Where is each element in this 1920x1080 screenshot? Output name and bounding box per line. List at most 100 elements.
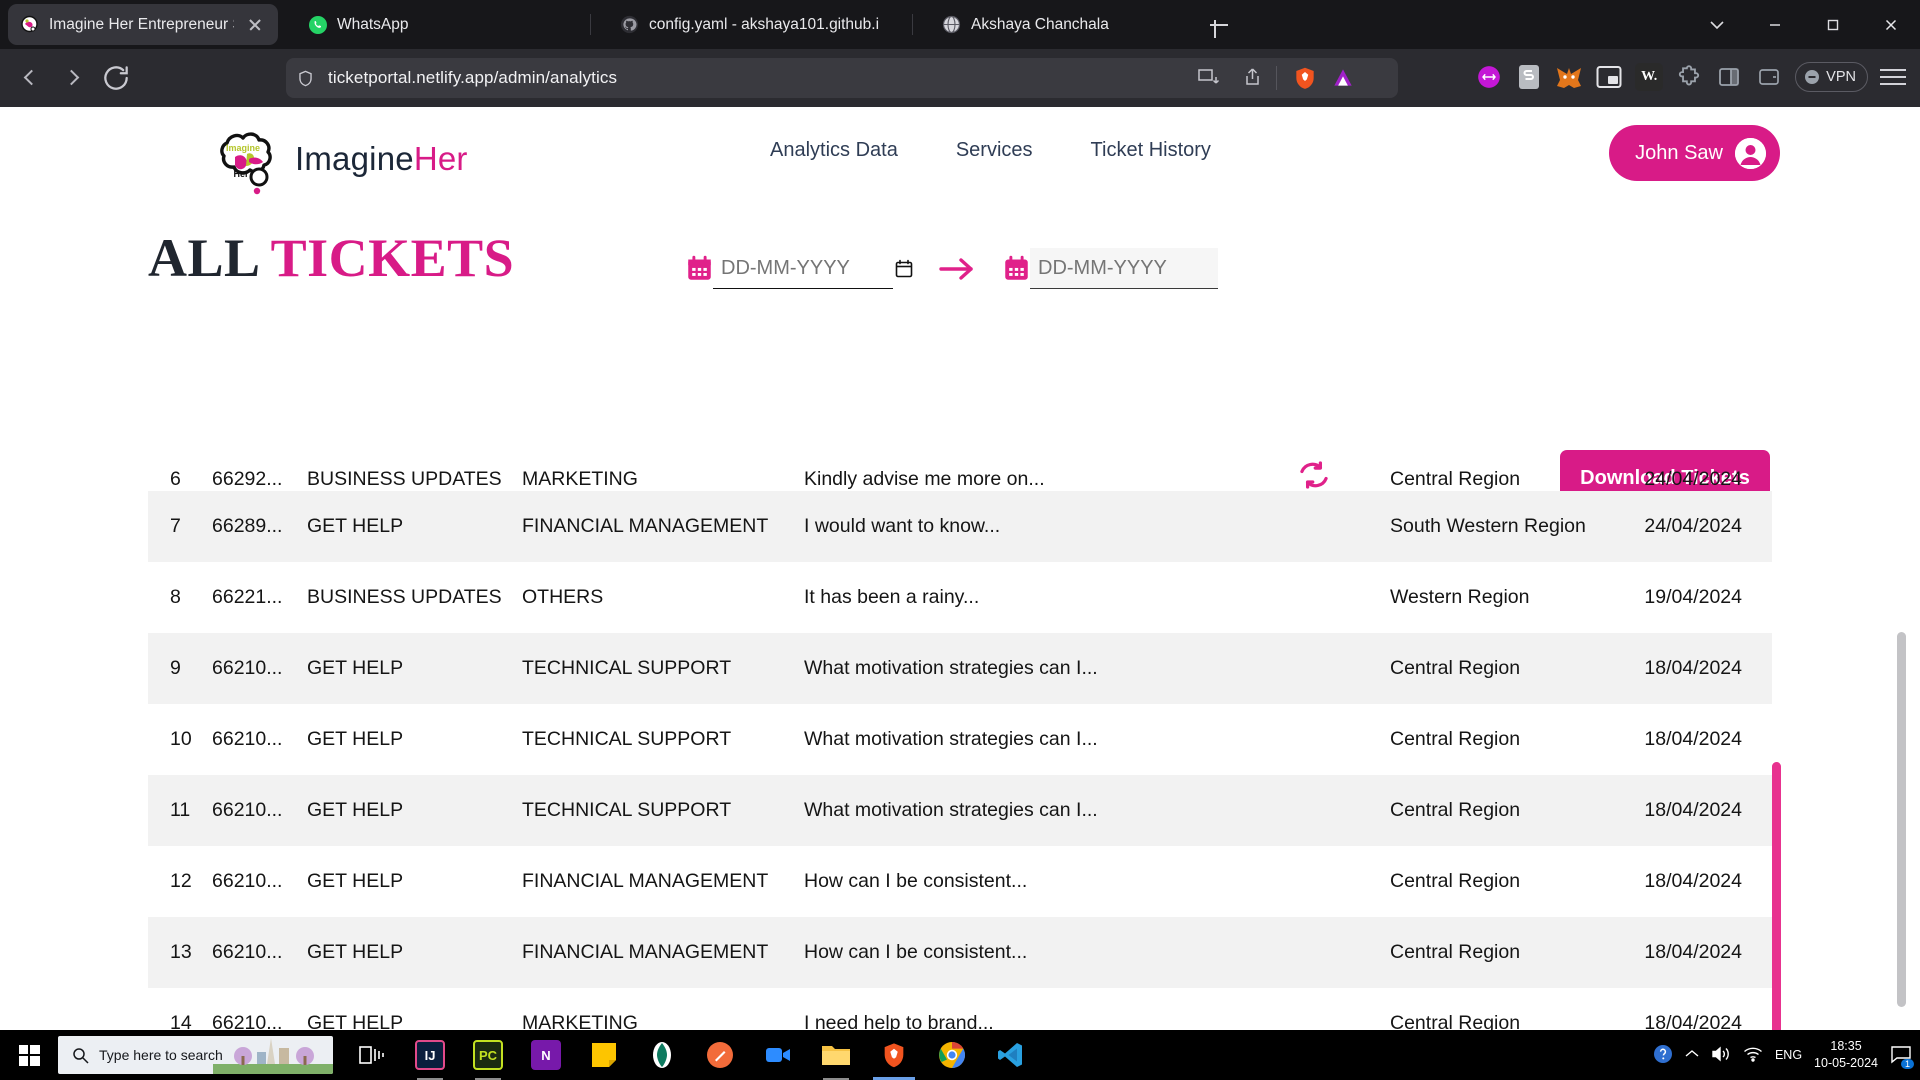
browser-toolbar: ticketportal.netlify.app/admin/analytics xyxy=(0,49,1920,107)
browser-tab-imagineher[interactable]: Imagine Her Entrepreneur Supp xyxy=(8,4,278,45)
taskbar-app-sticky-notes[interactable] xyxy=(575,1030,633,1080)
cell-type: GET HELP xyxy=(307,728,404,750)
task-view-button[interactable] xyxy=(343,1030,401,1080)
hamburger-menu-icon[interactable] xyxy=(1880,67,1906,87)
clock-date: 10-05-2024 xyxy=(1814,1056,1878,1070)
date-range-arrow-icon xyxy=(935,254,981,284)
taskbar-search-input[interactable]: Type here to search xyxy=(58,1036,333,1074)
page-scrollbar[interactable] xyxy=(1895,107,1908,1055)
table-row[interactable]: 13 66210... GET HELP FINANCIAL MANAGEMEN… xyxy=(148,917,1772,988)
picture-in-picture-icon[interactable] xyxy=(1595,63,1623,91)
app-label: PC xyxy=(478,1047,498,1063)
cell-index: 6 xyxy=(170,468,181,490)
brave-shields-icon[interactable] xyxy=(1292,65,1318,91)
nav-item-services[interactable]: Services xyxy=(956,139,1033,162)
tab-title: Akshaya Chanchala xyxy=(971,15,1109,33)
cell-date: 24/04/2024 xyxy=(1644,468,1742,490)
browser-tab-akshaya[interactable]: Akshaya Chanchala xyxy=(930,4,1170,45)
vpn-toggle[interactable]: VPN xyxy=(1795,62,1868,92)
split-view-icon[interactable] xyxy=(1196,65,1222,91)
taskbar-app-pycharm[interactable]: PC xyxy=(459,1030,517,1080)
nav-item-ticket-history[interactable]: Ticket History xyxy=(1091,139,1211,162)
cell-region: Central Region xyxy=(1390,941,1521,963)
taskbar-app-google-chrome[interactable] xyxy=(923,1030,981,1080)
svg-text:Her: Her xyxy=(233,169,249,179)
cell-index: 11 xyxy=(170,799,191,821)
network-icon[interactable] xyxy=(1743,1046,1763,1065)
share-icon[interactable] xyxy=(1240,65,1266,91)
brave-browser-icon xyxy=(884,1043,904,1068)
from-date-picker-icon[interactable] xyxy=(895,259,913,279)
browser-tab-whatsapp[interactable]: WhatsApp xyxy=(296,4,516,45)
cell-index: 13 xyxy=(170,941,192,963)
sidebar-icon[interactable] xyxy=(1715,63,1743,91)
nav-item-analytics-data[interactable]: Analytics Data xyxy=(770,139,898,162)
forward-button[interactable] xyxy=(58,63,88,93)
from-date-input[interactable] xyxy=(713,248,893,289)
taskbar-app-brave-browser[interactable] xyxy=(865,1030,923,1080)
extensions-row: W. VPN xyxy=(1475,62,1906,92)
start-button[interactable] xyxy=(0,1030,58,1080)
grey-s-extension-icon[interactable] xyxy=(1515,63,1543,91)
maximize-button[interactable] xyxy=(1804,0,1862,49)
google-chrome-icon xyxy=(939,1042,965,1068)
taskbar-app-file-explorer[interactable] xyxy=(807,1030,865,1080)
from-date-calendar-icon[interactable] xyxy=(686,255,713,282)
to-date-calendar-icon[interactable] xyxy=(1003,255,1030,282)
brand-second: Her xyxy=(413,140,468,177)
brand-logo-group[interactable]: Imagine Her ImagineHer xyxy=(205,121,468,197)
language-indicator[interactable]: ENG xyxy=(1775,1048,1802,1062)
globe-favicon-icon xyxy=(942,15,961,34)
table-row[interactable]: 12 66210... GET HELP FINANCIAL MANAGEMEN… xyxy=(148,846,1772,917)
site-shield-icon[interactable] xyxy=(296,67,318,89)
taskbar-app-onenote[interactable]: N xyxy=(517,1030,575,1080)
page-scrollbar-thumb[interactable] xyxy=(1897,632,1906,1007)
cell-type: GET HELP xyxy=(307,657,404,679)
reload-button[interactable] xyxy=(100,62,132,94)
taskbar-app-mongodb-compass[interactable] xyxy=(633,1030,691,1080)
table-row[interactable]: 7 66289... GET HELP FINANCIAL MANAGEMENT… xyxy=(148,491,1772,562)
to-date-input[interactable] xyxy=(1030,248,1218,289)
vpn-status-icon xyxy=(1805,70,1820,84)
volume-icon[interactable] xyxy=(1711,1045,1731,1066)
close-window-button[interactable] xyxy=(1862,0,1920,49)
user-account-button[interactable]: John Saw xyxy=(1609,125,1780,181)
new-tab-button[interactable] xyxy=(1206,12,1232,38)
purple-extension-icon[interactable] xyxy=(1475,63,1503,91)
browser-window: Imagine Her Entrepreneur Supp WhatsApp c… xyxy=(0,0,1920,1055)
clock[interactable]: 18:35 10-05-2024 xyxy=(1814,1038,1878,1072)
minimize-button[interactable] xyxy=(1746,0,1804,49)
table-row[interactable]: 8 66221... BUSINESS UPDATES OTHERS It ha… xyxy=(148,562,1772,633)
table-row[interactable]: 9 66210... GET HELP TECHNICAL SUPPORT Wh… xyxy=(148,633,1772,704)
show-hidden-icons-icon[interactable] xyxy=(1685,1048,1699,1062)
search-icon xyxy=(73,1047,89,1064)
taskbar-app-intellij-idea[interactable]: IJ xyxy=(401,1030,459,1080)
table-scrollbar-thumb[interactable] xyxy=(1772,762,1781,1055)
cell-index: 8 xyxy=(170,586,181,608)
vs-code-icon xyxy=(998,1043,1022,1067)
taskbar-app-zoom[interactable] xyxy=(749,1030,807,1080)
taskbar-app-vs-code[interactable] xyxy=(981,1030,1039,1080)
tab-search-chevron-icon[interactable] xyxy=(1688,0,1746,49)
back-button[interactable] xyxy=(16,63,46,93)
browser-tab-configyaml[interactable]: config.yaml - akshaya101.github.io [C xyxy=(608,4,898,45)
taskbar-app-postman[interactable] xyxy=(691,1030,749,1080)
file-explorer-icon xyxy=(822,1046,850,1065)
table-row[interactable]: 11 66210... GET HELP TECHNICAL SUPPORT W… xyxy=(148,775,1772,846)
cell-date: 18/04/2024 xyxy=(1644,870,1742,892)
tab-close-icon[interactable] xyxy=(244,14,266,36)
table-row[interactable]: 6 66292... BUSINESS UPDATES MARKETING Ki… xyxy=(148,455,1772,491)
metamask-icon[interactable] xyxy=(1555,63,1583,91)
address-bar[interactable]: ticketportal.netlify.app/admin/analytics xyxy=(286,58,1398,98)
vpn-label: VPN xyxy=(1826,69,1856,85)
help-circle-icon[interactable] xyxy=(1653,1044,1673,1067)
wallet-icon[interactable] xyxy=(1755,63,1783,91)
taskbar-search-placeholder: Type here to search xyxy=(99,1047,223,1063)
brave-rewards-icon[interactable] xyxy=(1330,65,1356,91)
cell-index: 10 xyxy=(170,728,192,750)
page-title: ALL TICKETS xyxy=(148,227,514,289)
puzzle-extensions-icon[interactable] xyxy=(1675,63,1703,91)
wikipedia-w-icon[interactable]: W. xyxy=(1635,63,1664,91)
table-row[interactable]: 10 66210... GET HELP TECHNICAL SUPPORT W… xyxy=(148,704,1772,775)
notifications-icon[interactable]: 1 xyxy=(1890,1044,1914,1069)
